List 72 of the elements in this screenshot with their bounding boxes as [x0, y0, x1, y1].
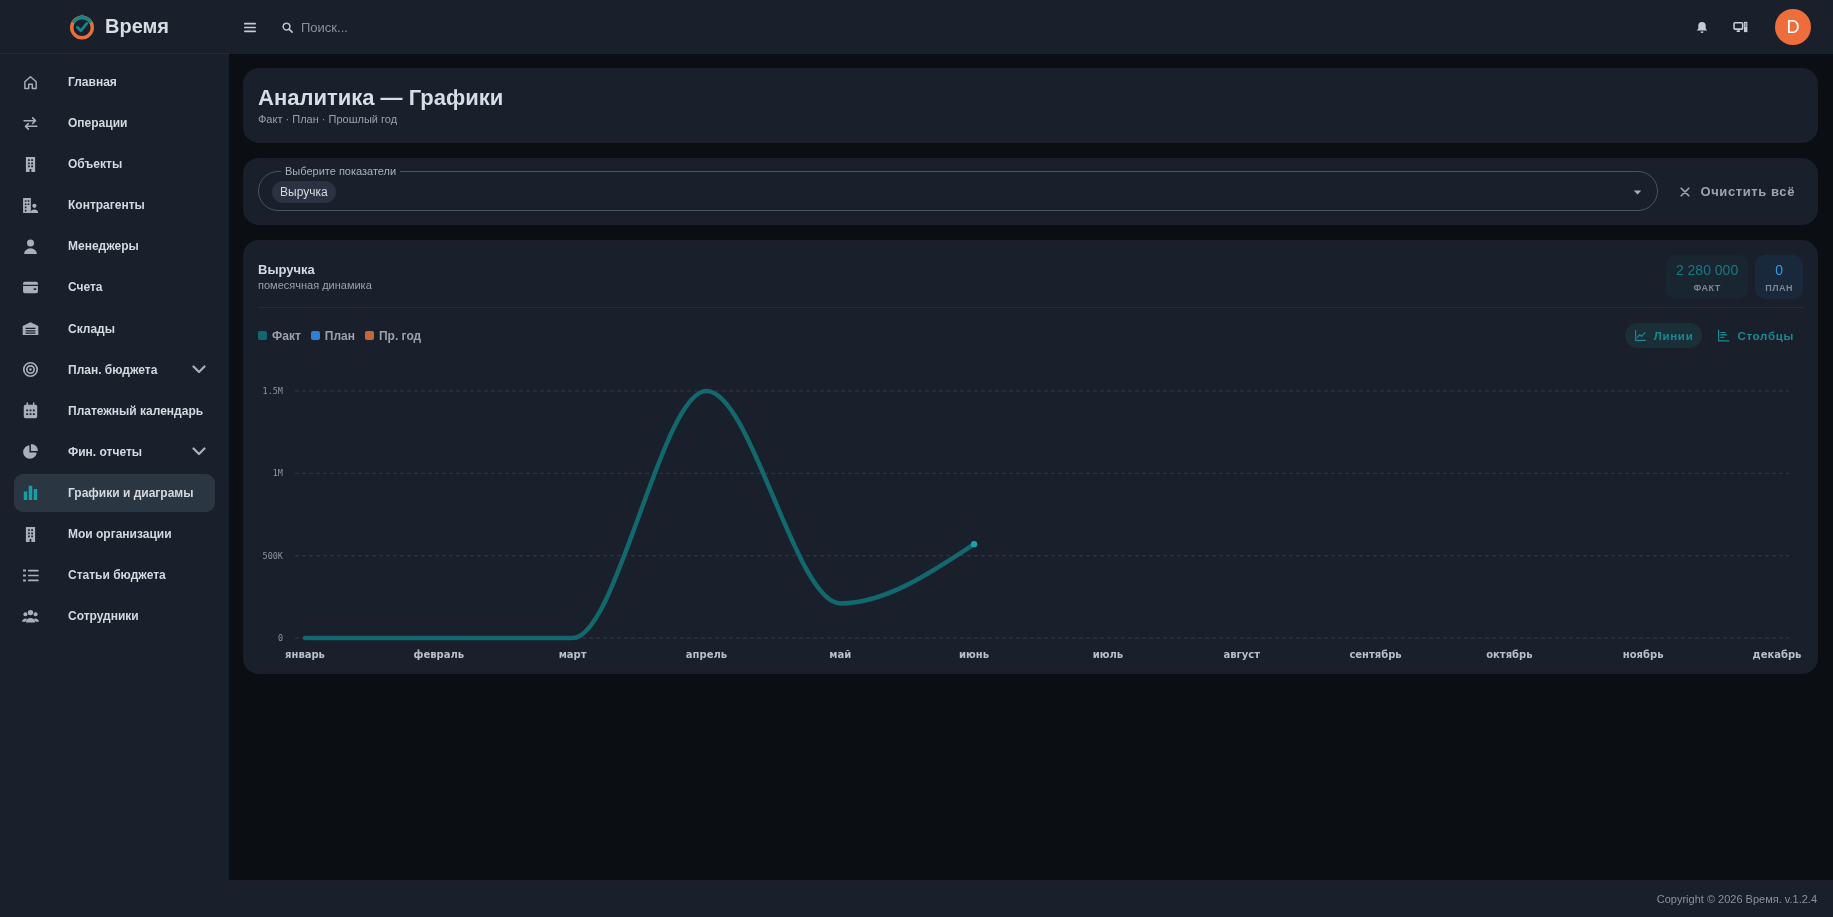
- y-axis-label: 0: [277, 633, 283, 643]
- warehouse-icon: [22, 320, 39, 338]
- people-icon: [22, 607, 39, 625]
- nav-item[interactable]: Менеджеры: [14, 227, 215, 266]
- y-axis-label: 500K: [262, 550, 283, 561]
- building-person-icon: [22, 196, 39, 214]
- x-axis-label: май: [829, 649, 852, 660]
- nav-item[interactable]: Операции: [14, 104, 215, 143]
- nav-item[interactable]: План. бюджета: [14, 350, 215, 389]
- notifications-button[interactable]: [1696, 20, 1708, 34]
- field-label: Выберите показатели: [284, 165, 398, 178]
- x-axis-label: август: [1223, 649, 1260, 660]
- line-chart-icon: [1633, 329, 1647, 342]
- brand-name: Время: [105, 15, 169, 38]
- bar-chart-icon: [22, 484, 39, 502]
- nav-item[interactable]: Статьи бюджета: [14, 556, 215, 595]
- x-axis-label: март: [558, 649, 587, 660]
- page-subtitle: Факт · План · Прошлый год: [258, 112, 399, 126]
- home-icon: [22, 73, 39, 91]
- search-field[interactable]: Поиск...: [301, 16, 501, 38]
- pie-chart-icon: [22, 443, 39, 461]
- legend-label: Пр. год: [379, 328, 422, 343]
- stat-value: 0: [1775, 261, 1783, 279]
- x-axis-label: октябрь: [1486, 649, 1533, 660]
- chart-title: Выручка: [258, 261, 316, 278]
- stat-value: 2 280 000: [1675, 261, 1739, 279]
- menu-icon: [244, 21, 256, 33]
- target-icon: [22, 361, 39, 379]
- logo-icon: [69, 13, 95, 40]
- nav-item[interactable]: Фин. отчеты: [14, 432, 215, 471]
- x-axis-label: сентябрь: [1349, 649, 1402, 660]
- nav-item[interactable]: Сотрудники: [14, 597, 215, 636]
- copyright-text: Copyright © 2026 Время. v.1.2.4: [1656, 892, 1817, 905]
- nav-item[interactable]: Объекты: [14, 145, 215, 184]
- stat-label: ФАКТ: [1693, 282, 1721, 293]
- x-axis-label: февраль: [413, 649, 465, 660]
- stat-label: ПЛАН: [1765, 282, 1793, 293]
- nav-item[interactable]: Графики и диаграмы: [14, 473, 215, 512]
- computer-icon: [1733, 21, 1748, 33]
- caret-down-icon: [1633, 189, 1643, 195]
- list-icon: [22, 566, 39, 584]
- x-axis-label: июнь: [959, 649, 990, 660]
- y-axis-label: 1.5M: [262, 386, 283, 396]
- swap-arrows-icon: [22, 114, 39, 132]
- nav-item[interactable]: Склады: [14, 309, 215, 348]
- x-axis-label: апрель: [685, 649, 728, 660]
- bar-list-icon: [1717, 329, 1731, 342]
- nav-item[interactable]: Мои организации: [14, 515, 215, 554]
- clear-all-button[interactable]: Очистить всё: [1676, 180, 1803, 203]
- chart-view-tab[interactable]: Столбцы: [1708, 323, 1803, 348]
- search-icon: [282, 21, 293, 33]
- legend-label: Факт: [272, 328, 301, 343]
- person-icon: [22, 237, 39, 255]
- nav-item[interactable]: Главная: [14, 63, 215, 101]
- point-marker-icon: [970, 540, 978, 548]
- x-axis-label: январь: [285, 649, 325, 660]
- x-axis-label: июль: [1092, 649, 1124, 660]
- x-axis-label: ноябрь: [1622, 649, 1664, 660]
- nav-item[interactable]: Счета: [14, 268, 215, 307]
- menu-button[interactable]: [244, 21, 256, 33]
- chart-subtitle: помесячная динамика: [258, 278, 372, 293]
- legend-label: План: [324, 328, 355, 343]
- y-axis-label: 1M: [272, 468, 283, 479]
- x-axis-label: декабрь: [1752, 649, 1802, 660]
- nav-item[interactable]: Контрагенты: [14, 186, 215, 225]
- close-icon: [1680, 186, 1691, 197]
- bell-icon: [1696, 20, 1708, 34]
- page-title: Аналитика — Графики: [258, 84, 505, 112]
- selected-chip: Выручка: [272, 181, 336, 203]
- calendar-icon: [22, 402, 39, 420]
- devices-button[interactable]: [1733, 21, 1748, 33]
- nav-item[interactable]: Платежный календарь: [14, 391, 215, 430]
